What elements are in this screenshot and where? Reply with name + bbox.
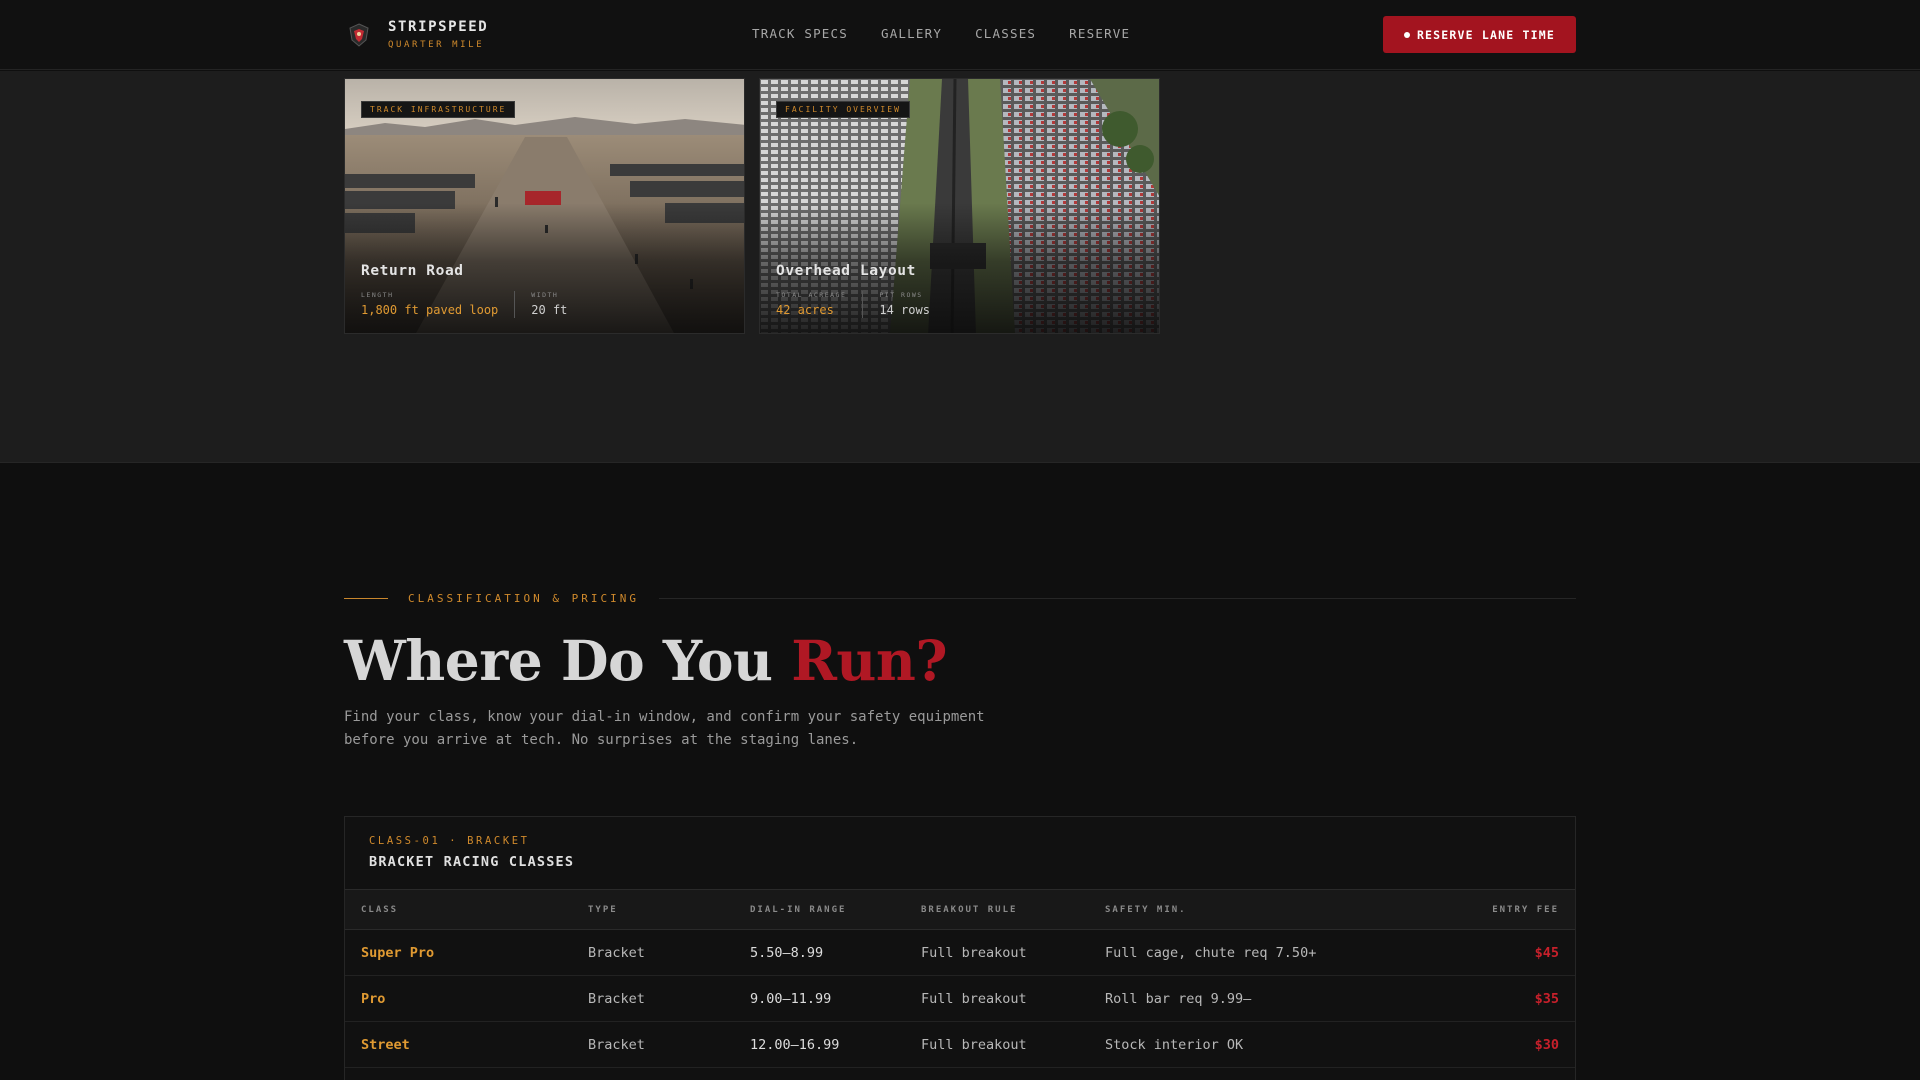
stat-pit-rows: PIT ROWS 14 rows — [879, 291, 946, 318]
cell-fee: $45 — [1534, 944, 1559, 961]
nav-classes[interactable]: CLASSES — [975, 26, 1036, 41]
table-row[interactable]: Pro Bracket 9.00–11.99 Full breakout Rol… — [345, 976, 1575, 1022]
card-title: Overhead Layout — [776, 263, 916, 279]
gallery-section: TRACK INFRASTRUCTURE Return Road LENGTH … — [0, 71, 1920, 463]
section-lede: Find your class, know your dial-in windo… — [344, 709, 985, 748]
shield-logo-icon — [349, 23, 369, 47]
column-header-fee: ENTRY FEE — [1492, 904, 1559, 915]
cell-type: Bracket — [588, 944, 645, 961]
card-stats: LENGTH 1,800 ft paved loop WIDTH 20 ft — [361, 291, 599, 318]
headline-main: Where Do You — [344, 628, 792, 693]
cell-safety: Roll bar req 9.99– — [1105, 990, 1252, 1007]
stat-length: LENGTH 1,800 ft paved loop — [361, 291, 516, 318]
cell-dial-in: 5.50–8.99 — [750, 944, 824, 961]
main-nav: TRACK SPECS GALLERY CLASSES RESERVE — [752, 26, 1163, 41]
stat-label: PIT ROWS — [879, 291, 923, 299]
dot-icon — [1403, 31, 1410, 38]
section-eyebrow: CLASSIFICATION & PRICING — [344, 590, 1576, 606]
stat-width: WIDTH 20 ft — [531, 291, 583, 318]
card-tag: TRACK INFRASTRUCTURE — [361, 101, 516, 118]
column-header-dial-in: DIAL-IN RANGE — [750, 904, 847, 915]
section-headline: Where Do You Run? — [344, 628, 948, 693]
stat-value: 20 ft — [531, 303, 568, 317]
gallery-card-return-road[interactable]: TRACK INFRASTRUCTURE Return Road LENGTH … — [344, 78, 745, 334]
stat-label: LENGTH — [361, 291, 394, 299]
bracket-classes-table: CLASS-01 · BRACKET BRACKET RACING CLASSE… — [344, 816, 1576, 1080]
stat-value: 42 acres — [776, 303, 834, 317]
cell-type: Bracket — [588, 990, 645, 1007]
nav-gallery[interactable]: GALLERY — [881, 26, 942, 41]
table-row[interactable]: Super Pro Bracket 5.50–8.99 Full breakou… — [345, 930, 1575, 976]
card-title: Return Road — [361, 263, 464, 279]
cell-class: Super Pro — [361, 944, 435, 961]
gallery-card-overhead-layout[interactable]: FACILITY OVERVIEW Overhead Layout TOTAL … — [759, 78, 1160, 334]
cell-breakout: Full breakout — [921, 1036, 1027, 1053]
stat-label: WIDTH — [531, 291, 559, 299]
stat-value: 1,800 ft paved loop — [361, 303, 499, 317]
brand[interactable]: STRIPSPEED QUARTER MILE — [344, 18, 488, 52]
stat-total-acreage: TOTAL ACREAGE 42 acres — [776, 291, 864, 318]
table-row[interactable]: Street Bracket 12.00–16.99 Full breakout… — [345, 1022, 1575, 1068]
cell-safety: Full cage, chute req 7.50+ — [1105, 944, 1317, 961]
cell-fee: $30 — [1534, 1036, 1559, 1053]
table-header: CLASS-01 · BRACKET BRACKET RACING CLASSE… — [345, 817, 1575, 890]
cell-dial-in: 9.00–11.99 — [750, 990, 832, 1007]
reserve-lane-time-button[interactable]: RESERVE LANE TIME — [1383, 16, 1576, 53]
table-column-headers: CLASS TYPE DIAL-IN RANGE BREAKOUT RULE S… — [345, 890, 1575, 930]
nav-reserve[interactable]: RESERVE — [1069, 26, 1130, 41]
cell-class: Pro — [361, 990, 386, 1007]
column-header-safety: SAFETY MIN. — [1105, 904, 1187, 915]
cell-breakout: Full breakout — [921, 990, 1027, 1007]
eyebrow-rule — [344, 597, 388, 599]
cell-breakout: Full breakout — [921, 944, 1027, 961]
cell-dial-in: 12.00–16.99 — [750, 1036, 840, 1053]
reserve-lane-time-label: RESERVE LANE TIME — [1416, 27, 1556, 42]
site-header: STRIPSPEED QUARTER MILE TRACK SPECS GALL… — [0, 0, 1920, 70]
stat-label: TOTAL ACREAGE — [776, 291, 847, 299]
card-stats: TOTAL ACREAGE 42 acres PIT ROWS 14 rows — [776, 291, 962, 318]
brand-name: STRIPSPEED — [388, 19, 489, 35]
cell-fee: $35 — [1534, 990, 1559, 1007]
stat-value: 14 rows — [879, 303, 930, 317]
column-header-type: TYPE — [588, 904, 618, 915]
column-header-class: CLASS — [361, 904, 399, 915]
cell-safety: Stock interior OK — [1105, 1036, 1244, 1053]
eyebrow-label: CLASSIFICATION & PRICING — [408, 591, 639, 605]
nav-track-specs[interactable]: TRACK SPECS — [752, 26, 848, 41]
cell-type: Bracket — [588, 1036, 645, 1053]
table-kicker: CLASS-01 · BRACKET — [369, 835, 530, 847]
table-title: BRACKET RACING CLASSES — [369, 854, 575, 870]
card-tag: FACILITY OVERVIEW — [776, 101, 910, 118]
column-header-breakout: BREAKOUT RULE — [921, 904, 1018, 915]
eyebrow-divider — [658, 597, 1576, 599]
cell-class: Street — [361, 1036, 410, 1053]
brand-tagline: QUARTER MILE — [388, 40, 485, 50]
headline-accent: Run? — [791, 628, 948, 693]
